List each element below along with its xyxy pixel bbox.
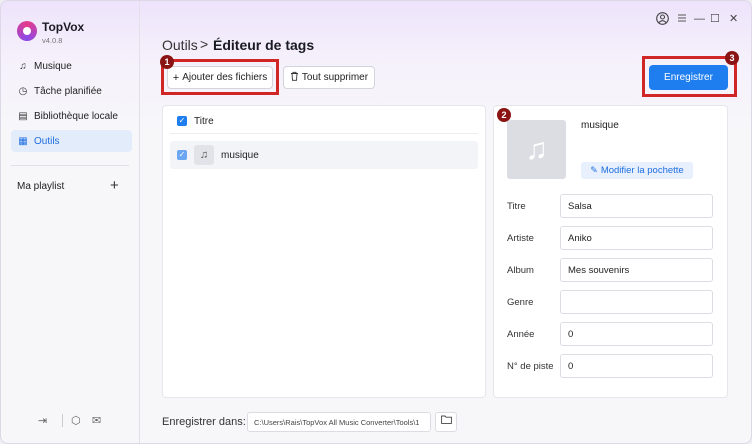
select-all-checkbox[interactable]: ✓ bbox=[177, 116, 187, 126]
list-header-divider bbox=[170, 133, 478, 134]
app-logo bbox=[17, 21, 37, 41]
album-cover: ♫ bbox=[507, 120, 566, 179]
album-field[interactable] bbox=[560, 258, 713, 282]
music-note-icon: ♫ bbox=[525, 133, 548, 166]
sidebar-item-tache-planifiee[interactable]: ◷ Tâche planifiée bbox=[11, 80, 132, 102]
settings-icon[interactable]: ⬡ bbox=[71, 414, 81, 427]
highlight-box-1 bbox=[161, 59, 279, 95]
footer-divider bbox=[62, 414, 63, 427]
maximize-button[interactable]: ☐ bbox=[710, 13, 720, 25]
library-icon: ▤ bbox=[18, 110, 28, 122]
genre-field[interactable] bbox=[560, 290, 713, 314]
sidebar-item-label: Outils bbox=[34, 135, 60, 147]
minimize-button[interactable]: — bbox=[694, 13, 705, 25]
list-item[interactable] bbox=[170, 141, 478, 169]
track-number-field[interactable] bbox=[560, 354, 713, 378]
add-playlist-button[interactable]: + bbox=[110, 178, 119, 193]
sidebar-item-label: Bibliothèque locale bbox=[34, 110, 118, 122]
menu-icon[interactable] bbox=[677, 13, 687, 26]
sidebar-item-musique[interactable]: ♫ Musique bbox=[11, 55, 132, 77]
edit-cover-label: Modifier la pochette bbox=[600, 165, 684, 176]
breadcrumb-separator: > bbox=[200, 36, 209, 52]
highlight-box-3 bbox=[642, 56, 737, 97]
sidebar-item-label: Musique bbox=[34, 60, 72, 72]
user-icon[interactable] bbox=[656, 12, 669, 28]
mail-icon[interactable]: ✉ bbox=[92, 414, 101, 427]
page-title: Éditeur de tags bbox=[213, 37, 315, 53]
sidebar-item-label: Tâche planifiée bbox=[34, 85, 102, 97]
field-label-album: Album bbox=[507, 265, 534, 276]
headphones-icon: ♫ bbox=[19, 60, 27, 72]
track-title-display: musique bbox=[581, 120, 619, 131]
file-name: musique bbox=[221, 150, 259, 161]
field-label-artist: Artiste bbox=[507, 233, 534, 244]
trash-icon bbox=[290, 71, 299, 84]
close-button[interactable]: ✕ bbox=[729, 13, 738, 25]
breadcrumb-parent[interactable]: Outils bbox=[162, 37, 198, 53]
delete-all-button[interactable]: Tout supprimer bbox=[283, 66, 375, 89]
save-path-field[interactable] bbox=[247, 412, 431, 432]
music-note-icon: ♫ bbox=[194, 145, 214, 165]
year-field[interactable] bbox=[560, 322, 713, 346]
field-label-title: Titre bbox=[507, 201, 526, 212]
column-header-title: Titre bbox=[194, 116, 214, 127]
sidebar-divider bbox=[11, 165, 129, 166]
folder-icon[interactable] bbox=[435, 412, 457, 432]
field-label-genre: Genre bbox=[507, 297, 534, 308]
app-window: TopVox v4.0.8 ♫ Musique ◷ Tâche planifié… bbox=[0, 0, 752, 444]
step-badge-1: 1 bbox=[160, 55, 174, 69]
edit-cover-button[interactable]: ✎ Modifier la pochette bbox=[581, 162, 693, 179]
app-name: TopVox bbox=[42, 20, 85, 34]
field-label-year: Année bbox=[507, 329, 535, 340]
collapse-sidebar-icon[interactable]: ⇥ bbox=[38, 414, 47, 427]
app-version: v4.0.8 bbox=[42, 36, 63, 45]
step-badge-3: 3 bbox=[725, 51, 739, 65]
save-location-label: Enregistrer dans: bbox=[162, 416, 246, 428]
sidebar: TopVox v4.0.8 ♫ Musique ◷ Tâche planifié… bbox=[1, 1, 140, 443]
row-checkbox[interactable]: ✓ bbox=[177, 150, 187, 160]
sidebar-item-outils[interactable]: ▦ Outils bbox=[11, 130, 132, 152]
artist-field[interactable] bbox=[560, 226, 713, 250]
sidebar-item-bibliotheque-locale[interactable]: ▤ Bibliothèque locale bbox=[11, 105, 132, 127]
delete-all-label: Tout supprimer bbox=[301, 72, 369, 83]
clock-icon: ◷ bbox=[18, 85, 28, 97]
field-label-track-number: N° de piste bbox=[507, 361, 554, 372]
title-field[interactable] bbox=[560, 194, 713, 218]
edit-icon: ✎ bbox=[590, 165, 598, 175]
playlist-label: Ma playlist bbox=[17, 181, 65, 192]
grid-icon: ▦ bbox=[18, 135, 28, 147]
